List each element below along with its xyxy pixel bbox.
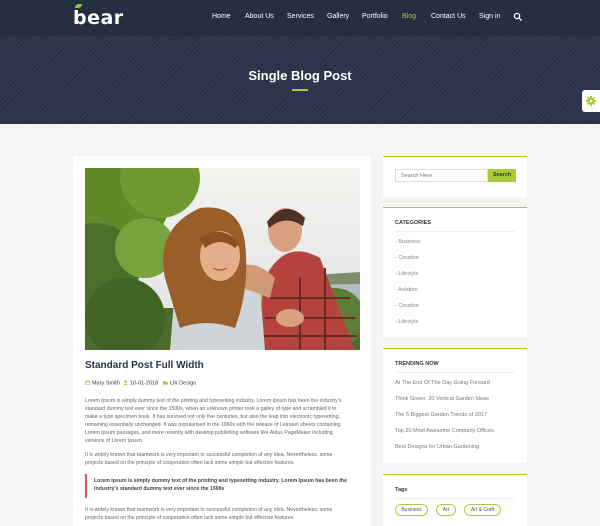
trending-widget: TRENDING NOW At The End Of The Day Going…: [383, 348, 527, 463]
trending-item[interactable]: Best Designs for Urban Gardening: [395, 444, 479, 450]
divider: [395, 231, 515, 232]
category-item[interactable]: - Aviation: [395, 287, 418, 293]
nav-home[interactable]: Home: [212, 13, 231, 20]
nav-about-us[interactable]: About Us: [245, 13, 274, 20]
title-underline: [292, 89, 308, 91]
settings-toggle[interactable]: [582, 90, 600, 112]
post-author[interactable]: Mary Smith: [92, 381, 120, 387]
nav-services[interactable]: Services: [287, 13, 314, 20]
page-hero: Single Blog Post: [0, 36, 600, 124]
category-item[interactable]: - Creative: [395, 303, 419, 309]
tag-chip[interactable]: Business: [395, 504, 428, 516]
search-widget: Search: [383, 156, 527, 197]
blog-post-card: Standard Post Full Width Mary Smith 10-0…: [73, 156, 371, 526]
categories-widget: CATEGORIES - Business - Creative - Lifes…: [383, 207, 527, 337]
post-title: Standard Post Full Width: [85, 360, 204, 371]
trending-item[interactable]: Think Green: 20 Vertical Garden Ideas: [395, 396, 489, 402]
folder-icon: [163, 381, 168, 385]
divider: [395, 498, 515, 499]
search-icon[interactable]: [513, 12, 523, 22]
user-icon: [123, 380, 128, 385]
page-title: Single Blog Post: [248, 68, 352, 83]
nav-sign-in[interactable]: Sign in: [479, 13, 500, 20]
tags-title: Tags: [395, 487, 408, 493]
category-item[interactable]: - Creative: [395, 255, 419, 261]
post-paragraph-3: It is widely known that teamwork is very…: [85, 507, 333, 521]
post-featured-image: [85, 168, 360, 350]
category-item[interactable]: - Business: [395, 239, 421, 245]
category-item[interactable]: - Lifestyle: [395, 271, 419, 277]
couple-photo: [85, 168, 360, 350]
post-category[interactable]: UX Design: [170, 381, 196, 387]
search-button[interactable]: Search: [488, 169, 516, 182]
gear-icon: [586, 96, 596, 106]
main-nav: Home About Us Services Gallery Portfolio…: [0, 13, 600, 25]
calendar-icon: [85, 380, 90, 385]
post-blockquote: Lorem Ipsum is simply dummy text of the …: [85, 474, 347, 498]
tag-chip[interactable]: Art & Craft: [464, 504, 501, 516]
top-navbar: bear Home About Us Services Gallery Port…: [0, 0, 600, 36]
post-paragraph-1: Lorem Ipsum is simply dummy text of the …: [85, 398, 342, 444]
divider: [395, 372, 515, 373]
nav-portfolio[interactable]: Portfolio: [362, 13, 388, 20]
tags-widget: Tags Business Art Art & Craft: [383, 474, 527, 526]
nav-contact-us[interactable]: Contact Us: [431, 13, 466, 20]
nav-gallery[interactable]: Gallery: [327, 13, 349, 20]
categories-title: CATEGORIES: [395, 220, 431, 226]
nav-blog[interactable]: Blog: [402, 13, 416, 20]
search-input[interactable]: [395, 169, 488, 182]
trending-title: TRENDING NOW: [395, 361, 439, 367]
trending-item[interactable]: At The End Of The Day Going Forward: [395, 380, 490, 386]
post-date: 10-01-2018: [130, 380, 159, 387]
category-item[interactable]: - Lifestyle: [395, 319, 419, 325]
trending-item[interactable]: Top 20 Most Awesome Company Offices: [395, 428, 494, 434]
post-paragraph-2: It is widely known that teamwork is very…: [85, 452, 333, 466]
trending-item[interactable]: The 5 Biggest Garden Trends of 2017: [395, 412, 487, 418]
tag-chip[interactable]: Art: [436, 504, 456, 516]
